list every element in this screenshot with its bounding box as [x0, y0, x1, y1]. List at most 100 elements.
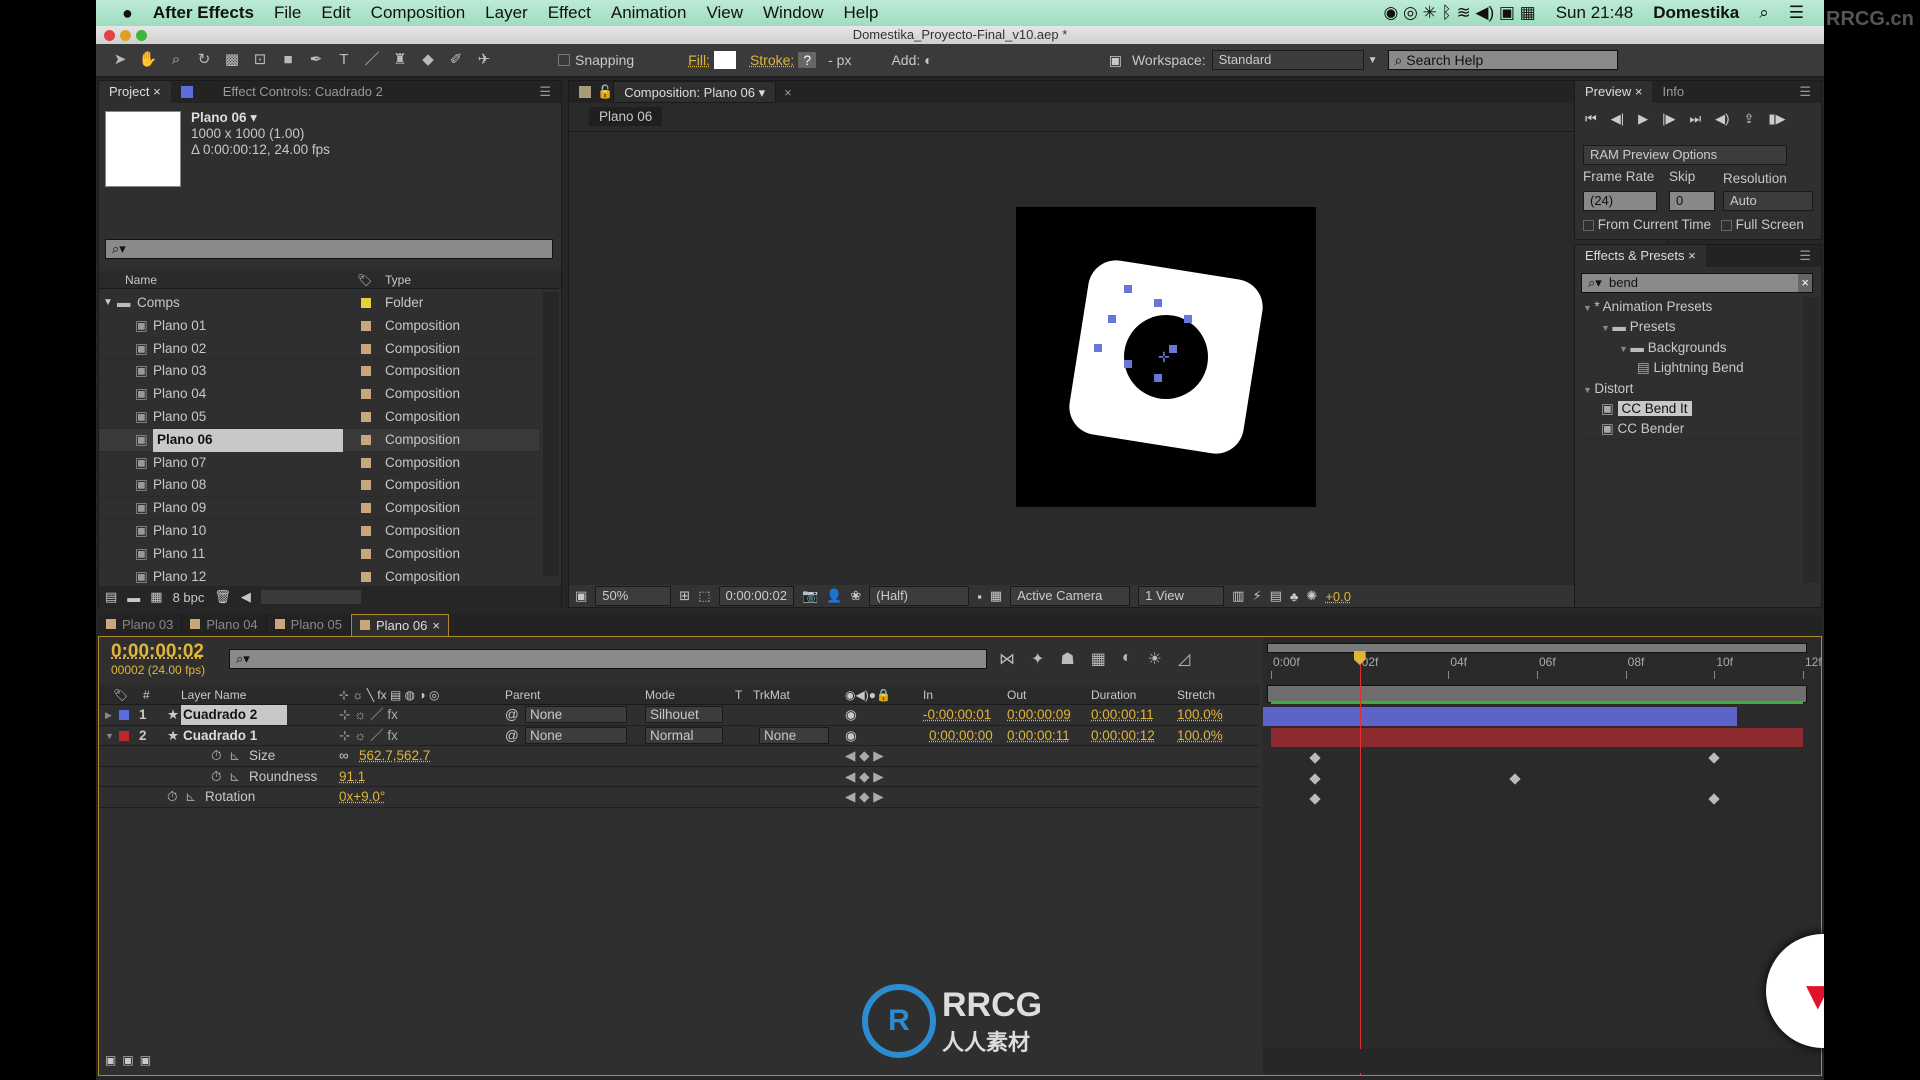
scroll-left-icon[interactable]: ◀: [241, 589, 251, 605]
eraser-tool-icon[interactable]: ◆: [417, 49, 439, 71]
expand-arrow-icon[interactable]: ▼: [1601, 323, 1612, 333]
frame-rate-select[interactable]: (24): [1583, 191, 1657, 211]
vertex-handle[interactable]: [1124, 285, 1132, 293]
anchor-point-icon[interactable]: ✛: [1158, 349, 1170, 366]
effects-search-input[interactable]: ⌕▾ bend ×: [1581, 273, 1813, 293]
label-col-icon[interactable]: 🏷: [357, 271, 372, 289]
flowchart-icon[interactable]: ♣: [1290, 589, 1299, 604]
keyframe-navigator[interactable]: ◀ ◆ ▶: [845, 787, 884, 807]
clear-search-icon[interactable]: ×: [1798, 274, 1812, 292]
menu-composition[interactable]: Composition: [371, 3, 466, 23]
toggle-inout-icon[interactable]: ▣: [140, 1053, 151, 1067]
project-item[interactable]: ▣ Plano 03 Composition: [99, 360, 539, 384]
expand-arrow-icon[interactable]: ▶: [105, 705, 112, 725]
graph-icon[interactable]: ⊾: [229, 746, 240, 766]
current-time-field[interactable]: 0:00:00:02: [718, 586, 794, 606]
label-color-swatch[interactable]: [361, 343, 371, 354]
stroke-width[interactable]: - px: [828, 52, 851, 68]
selection-tool-icon[interactable]: ➤: [109, 49, 131, 71]
effects-scrollbar[interactable]: [1803, 297, 1819, 583]
time-navigator[interactable]: [1267, 643, 1807, 653]
timeline-search-input[interactable]: ⌕▾: [229, 649, 987, 669]
brainstorm-icon[interactable]: ☀: [1148, 649, 1162, 669]
stroke-swatch[interactable]: ?: [798, 52, 817, 68]
toggle-switches-icon[interactable]: ▣: [105, 1053, 116, 1067]
property-row[interactable]: ⏱ ⊾ Size ∞ 562.7,562.7 ◀ ◆ ▶: [99, 746, 1259, 767]
spotlight-icon[interactable]: ⌕: [1759, 3, 1769, 23]
effects-tree-item[interactable]: ▼ ▬ Backgrounds: [1579, 338, 1801, 359]
close-tab-icon[interactable]: ×: [432, 618, 440, 633]
layer-switches[interactable]: ⊹ ☼ ／ fx: [339, 726, 398, 746]
panel-menu-icon[interactable]: ☰: [1799, 84, 1811, 100]
effects-tree-item[interactable]: ▤ Lightning Bend: [1579, 358, 1801, 379]
vertex-handle[interactable]: [1124, 360, 1132, 368]
keyframe[interactable]: [1708, 752, 1720, 764]
col-trkmat[interactable]: TrkMat: [753, 685, 790, 705]
new-folder-icon[interactable]: ▬: [127, 590, 140, 605]
stopwatch-icon[interactable]: ⏱: [211, 767, 222, 787]
layer-duration-bar[interactable]: [1271, 727, 1803, 747]
close-window-button[interactable]: [104, 30, 115, 41]
layer-stretch[interactable]: 100.0%: [1177, 726, 1223, 746]
loop-icon[interactable]: ⇪: [1743, 111, 1754, 127]
keyframe[interactable]: [1509, 772, 1521, 785]
label-color-swatch[interactable]: [361, 525, 371, 536]
channel-icon[interactable]: ❀: [850, 588, 861, 604]
workspace-dropdown-icon[interactable]: ▼: [1368, 55, 1378, 66]
property-row[interactable]: ⏱ ⊾ Rotation 0x+9.0° ◀ ◆ ▶: [99, 787, 1259, 808]
project-item[interactable]: ▣ Plano 12 Composition: [99, 566, 539, 589]
menu-effect[interactable]: Effect: [548, 3, 591, 23]
layer-switches[interactable]: ⊹ ☼ ／ fx: [339, 705, 398, 725]
label-color-swatch[interactable]: [361, 457, 371, 468]
show-snapshot-icon[interactable]: 👤: [826, 588, 842, 604]
full-screen-checkbox[interactable]: [1720, 219, 1732, 231]
hand-tool-icon[interactable]: ✋: [137, 49, 159, 71]
shy-layers-icon[interactable]: ☗: [1060, 649, 1074, 669]
trkmat-select[interactable]: None: [759, 726, 829, 744]
effects-tree-item[interactable]: ▼ Distort: [1579, 379, 1801, 399]
layer-stretch[interactable]: 100.0%: [1177, 705, 1223, 725]
workspace-select[interactable]: Standard: [1211, 50, 1364, 70]
tab-plano-03[interactable]: Plano 03: [98, 614, 183, 636]
exposure-icon[interactable]: ✺: [1306, 588, 1317, 604]
layer-row[interactable]: ▼ 2 ★ Cuadrado 1 ⊹ ☼ ／ fx @ None Normal None ◉ 0:0…: [99, 726, 1259, 746]
label-color-swatch[interactable]: [361, 320, 371, 331]
project-item[interactable]: ▣ Plano 04 Composition: [99, 383, 539, 406]
constrain-proportions-icon[interactable]: ∞: [339, 746, 349, 766]
graph-icon[interactable]: ⊾: [185, 787, 196, 807]
tab-effect-controls[interactable]: Effect Controls: Cuadrado 2: [213, 81, 393, 103]
resolution-select[interactable]: (Half): [869, 586, 970, 606]
keyframe[interactable]: [1309, 752, 1321, 764]
play-icon[interactable]: ▶: [1638, 111, 1648, 127]
pick-whip-icon[interactable]: @: [505, 726, 519, 746]
menu-help[interactable]: Help: [843, 3, 878, 23]
add-button[interactable]: ◐: [924, 52, 932, 68]
workspace-icon[interactable]: ▣: [1109, 52, 1122, 69]
project-item[interactable]: ▼ ▬ Comps Folder: [99, 292, 539, 315]
effects-tree-item[interactable]: ▣ CC Bend It: [1579, 399, 1801, 420]
layer-out[interactable]: 0:00:00:09: [1007, 705, 1071, 725]
col-layer-name[interactable]: Layer Name: [181, 685, 246, 705]
transparency-icon[interactable]: ▦: [990, 588, 1002, 604]
new-comp-icon[interactable]: ▦: [150, 589, 162, 605]
audio-icon[interactable]: ◀): [1715, 111, 1729, 127]
panel-menu-icon[interactable]: ☰: [1799, 248, 1811, 264]
menu-window[interactable]: Window: [763, 3, 823, 23]
effects-tree-item[interactable]: ▼ * Animation Presets: [1579, 297, 1801, 318]
property-value[interactable]: 562.7,562.7: [359, 746, 430, 766]
layer-label-color[interactable]: [119, 710, 129, 720]
skip-select[interactable]: 0: [1669, 191, 1715, 211]
trash-icon[interactable]: 🗑: [214, 589, 231, 605]
keyframe-navigator[interactable]: ◀ ◆ ▶: [845, 767, 884, 787]
visibility-icon[interactable]: ◉: [845, 705, 857, 725]
roto-brush-tool-icon[interactable]: ✐: [445, 49, 467, 71]
stopwatch-icon[interactable]: ⏱: [211, 746, 222, 766]
tab-plano-05[interactable]: Plano 05: [267, 614, 351, 636]
tab-preview[interactable]: Preview ×: [1575, 81, 1653, 103]
graph-icon[interactable]: ⊾: [229, 767, 240, 787]
comp-viewer[interactable]: ✛: [1016, 207, 1316, 507]
panel-menu-icon[interactable]: ☰: [539, 84, 551, 100]
project-scrollbar[interactable]: [543, 292, 559, 576]
vertex-handle[interactable]: [1154, 374, 1162, 382]
clone-stamp-tool-icon[interactable]: ♜: [389, 49, 411, 71]
